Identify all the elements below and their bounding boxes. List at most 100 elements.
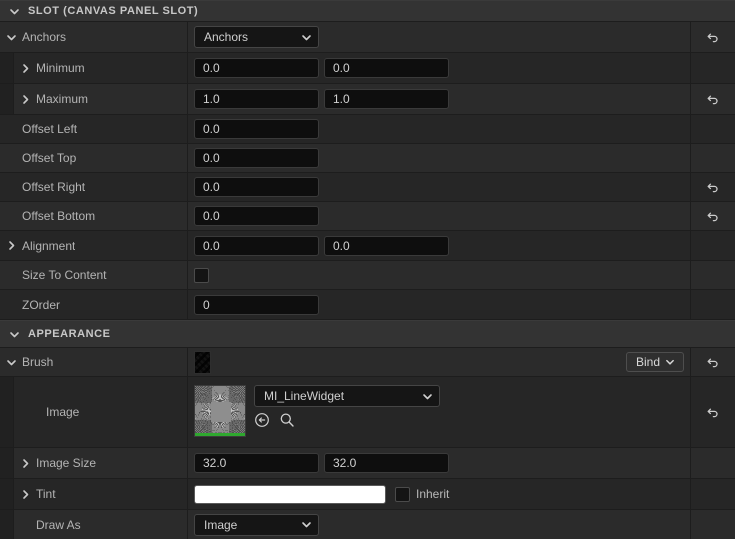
chevron-down-icon[interactable] bbox=[0, 329, 28, 340]
reset-cell-brush[interactable] bbox=[690, 348, 735, 376]
offset-right-input[interactable]: 0.0 bbox=[194, 177, 319, 197]
anchors-dropdown[interactable]: Anchors bbox=[194, 26, 319, 48]
chevron-right-icon[interactable] bbox=[14, 458, 36, 469]
zorder-input[interactable]: 0 bbox=[194, 294, 319, 315]
property-value-brush: Bind bbox=[188, 348, 690, 376]
indent-guide bbox=[0, 53, 14, 83]
indent-guide bbox=[0, 377, 14, 447]
reset-arrow-icon[interactable] bbox=[706, 30, 720, 44]
alignment-y-input[interactable]: 0.0 bbox=[324, 235, 449, 256]
property-name-minimum: Minimum bbox=[0, 53, 188, 83]
reset-cell-offset-left bbox=[690, 115, 735, 143]
property-name-brush: Brush bbox=[0, 348, 188, 376]
image-size-x-input[interactable]: 32.0 bbox=[194, 453, 319, 473]
search-icon[interactable] bbox=[279, 412, 295, 428]
reset-cell-image[interactable] bbox=[690, 377, 735, 447]
chevron-down-icon bbox=[422, 391, 433, 402]
property-row-brush[interactable]: Brush Bind bbox=[0, 348, 735, 377]
property-label: Size To Content bbox=[22, 268, 107, 282]
minimum-y-value: 0.0 bbox=[333, 61, 350, 75]
property-row-image-size[interactable]: Image Size 32.0 32.0 bbox=[0, 448, 735, 479]
property-row-offset-left[interactable]: Offset Left 0.0 bbox=[0, 115, 735, 144]
chevron-right-icon[interactable] bbox=[14, 94, 36, 105]
property-label: Image Size bbox=[36, 456, 97, 470]
property-label: Brush bbox=[22, 355, 54, 369]
material-thumbnail[interactable] bbox=[194, 385, 246, 437]
bind-button-label: Bind bbox=[636, 355, 661, 369]
offset-top-input[interactable]: 0.0 bbox=[194, 148, 319, 168]
chevron-down-icon bbox=[301, 519, 312, 530]
chevron-right-icon[interactable] bbox=[0, 240, 22, 251]
image-asset-value: MI_LineWidget bbox=[264, 389, 345, 403]
chevron-down-icon bbox=[301, 32, 312, 43]
offset-right-value: 0.0 bbox=[203, 180, 220, 194]
property-row-zorder[interactable]: ZOrder 0 bbox=[0, 290, 735, 320]
property-row-offset-top[interactable]: Offset Top 0.0 bbox=[0, 144, 735, 173]
chevron-right-icon[interactable] bbox=[14, 489, 36, 500]
chevron-down-icon[interactable] bbox=[0, 357, 22, 368]
property-value-image: MI_LineWidget bbox=[188, 377, 690, 447]
property-name-offset-left: Offset Left bbox=[0, 115, 188, 143]
property-name-offset-top: Offset Top bbox=[0, 144, 188, 172]
property-value-offset-right: 0.0 bbox=[188, 173, 690, 201]
property-label: Minimum bbox=[36, 61, 85, 75]
tint-color-swatch[interactable] bbox=[194, 484, 386, 504]
reset-cell-anchors[interactable] bbox=[690, 22, 735, 52]
property-name-image-size: Image Size bbox=[0, 448, 188, 478]
minimum-x-input[interactable]: 0.0 bbox=[194, 58, 319, 78]
reset-arrow-icon[interactable] bbox=[706, 180, 720, 194]
indent-guide bbox=[0, 448, 14, 478]
brush-thumbnail[interactable] bbox=[194, 350, 211, 374]
property-row-minimum[interactable]: Minimum 0.0 0.0 bbox=[0, 53, 735, 84]
thumbnail-status-bar bbox=[195, 433, 245, 436]
image-size-y-value: 32.0 bbox=[333, 456, 357, 470]
chevron-right-icon[interactable] bbox=[14, 63, 36, 74]
reset-arrow-icon[interactable] bbox=[706, 405, 720, 419]
property-row-maximum[interactable]: Maximum 1.0 1.0 bbox=[0, 84, 735, 115]
chevron-down-icon[interactable] bbox=[0, 32, 22, 43]
property-row-draw-as[interactable]: Draw As Image bbox=[0, 510, 735, 539]
alignment-y-value: 0.0 bbox=[333, 238, 350, 253]
reset-cell-offset-bottom[interactable] bbox=[690, 202, 735, 230]
details-panel: SLOT (CANVAS PANEL SLOT) Anchors Anchors bbox=[0, 0, 735, 539]
property-row-tint[interactable]: Tint Inherit bbox=[0, 479, 735, 510]
bind-button[interactable]: Bind bbox=[626, 352, 684, 372]
image-asset-dropdown[interactable]: MI_LineWidget bbox=[254, 385, 440, 407]
maximum-x-input[interactable]: 1.0 bbox=[194, 89, 319, 109]
property-label: Draw As bbox=[36, 517, 81, 532]
browse-to-asset-icon[interactable] bbox=[254, 412, 270, 428]
property-row-image[interactable]: Image MI_LineWidget bbox=[0, 377, 735, 448]
draw-as-dropdown[interactable]: Image bbox=[194, 513, 319, 536]
reset-arrow-icon[interactable] bbox=[706, 355, 720, 369]
offset-bottom-input[interactable]: 0.0 bbox=[194, 206, 319, 226]
reset-cell-minimum bbox=[690, 53, 735, 83]
property-row-offset-bottom[interactable]: Offset Bottom 0.0 bbox=[0, 202, 735, 231]
chevron-down-icon[interactable] bbox=[0, 6, 28, 17]
reset-arrow-icon[interactable] bbox=[706, 92, 720, 106]
property-value-image-size: 32.0 32.0 bbox=[188, 448, 690, 478]
image-size-y-input[interactable]: 32.0 bbox=[324, 453, 449, 473]
maximum-y-input[interactable]: 1.0 bbox=[324, 89, 449, 109]
property-value-tint: Inherit bbox=[188, 479, 690, 509]
reset-cell-maximum[interactable] bbox=[690, 84, 735, 114]
indent-guide bbox=[0, 479, 14, 509]
property-value-draw-as: Image bbox=[188, 510, 690, 539]
property-row-offset-right[interactable]: Offset Right 0.0 bbox=[0, 173, 735, 202]
property-row-anchors[interactable]: Anchors Anchors bbox=[0, 22, 735, 53]
reset-cell-offset-right[interactable] bbox=[690, 173, 735, 201]
property-row-alignment[interactable]: Alignment 0.0 0.0 bbox=[0, 231, 735, 261]
offset-left-input[interactable]: 0.0 bbox=[194, 119, 319, 139]
property-value-anchors: Anchors bbox=[188, 22, 690, 52]
minimum-y-input[interactable]: 0.0 bbox=[324, 58, 449, 78]
alignment-x-input[interactable]: 0.0 bbox=[194, 235, 319, 256]
property-name-offset-right: Offset Right bbox=[0, 173, 188, 201]
section-header-slot[interactable]: SLOT (CANVAS PANEL SLOT) bbox=[0, 0, 735, 22]
inherit-checkbox[interactable] bbox=[395, 486, 410, 502]
property-row-size-to-content[interactable]: Size To Content bbox=[0, 261, 735, 290]
size-to-content-checkbox[interactable] bbox=[194, 267, 209, 283]
property-name-offset-bottom: Offset Bottom bbox=[0, 202, 188, 230]
section-header-appearance[interactable]: APPEARANCE bbox=[0, 320, 735, 348]
section-title: SLOT (CANVAS PANEL SLOT) bbox=[28, 5, 199, 17]
reset-arrow-icon[interactable] bbox=[706, 209, 720, 223]
property-label: Tint bbox=[36, 487, 56, 501]
